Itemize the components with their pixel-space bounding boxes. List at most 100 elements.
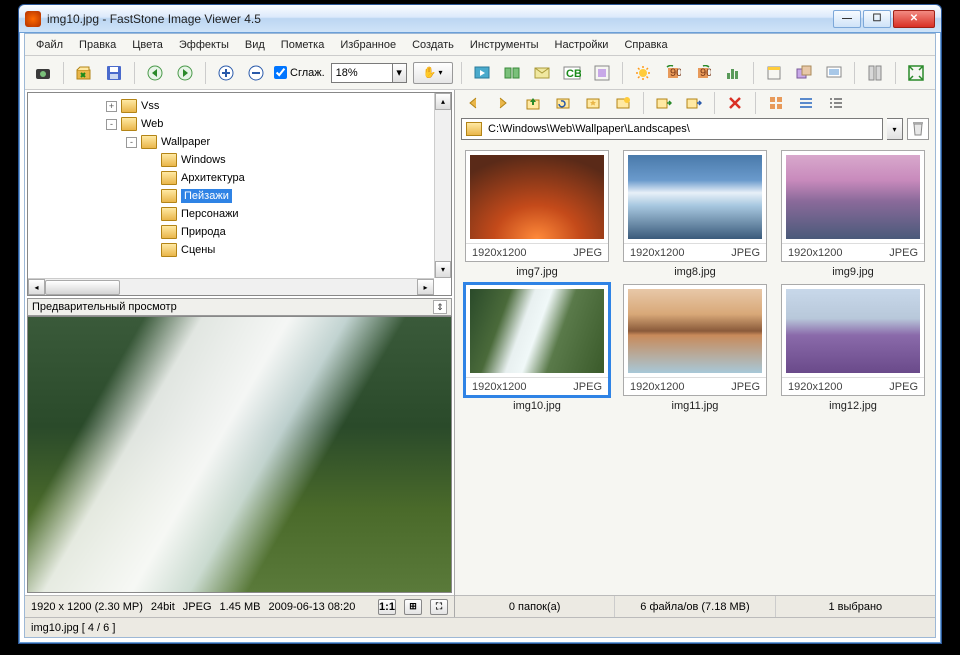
move-to-icon[interactable] bbox=[682, 91, 706, 115]
scroll-right-icon[interactable]: ▸ bbox=[417, 279, 434, 295]
favorite-icon[interactable] bbox=[581, 91, 605, 115]
status-selected: 1 выбрано bbox=[776, 596, 935, 617]
menu-настройки[interactable]: Настройки bbox=[548, 36, 616, 54]
thumb-filename: img11.jpg bbox=[672, 400, 719, 412]
fit-button[interactable]: ⊞ bbox=[404, 599, 422, 615]
smooth-label: Сглаж. bbox=[290, 67, 325, 79]
thumb-image bbox=[628, 155, 762, 239]
zoom-in-icon[interactable] bbox=[214, 61, 238, 85]
thumbnail-img8.jpg[interactable]: 1920x1200JPEGimg8.jpg bbox=[621, 150, 769, 278]
nav-back-icon[interactable] bbox=[461, 91, 485, 115]
menu-создать[interactable]: Создать bbox=[405, 36, 461, 54]
refresh-icon[interactable] bbox=[551, 91, 575, 115]
tree-node-windows[interactable]: Windows bbox=[28, 151, 451, 169]
thumbnail-img9.jpg[interactable]: 1920x1200JPEGimg9.jpg bbox=[779, 150, 927, 278]
menu-цвета[interactable]: Цвета bbox=[125, 36, 170, 54]
zoom-value-input[interactable]: 18% bbox=[331, 63, 393, 83]
maximize-button[interactable]: ☐ bbox=[863, 10, 891, 28]
compare-icon[interactable] bbox=[500, 61, 524, 85]
zoom-out-icon[interactable] bbox=[244, 61, 268, 85]
screenshot-icon[interactable] bbox=[822, 61, 846, 85]
fullscreen-icon[interactable] bbox=[904, 61, 928, 85]
thumbnail-img10.jpg[interactable]: 1920x1200JPEGimg10.jpg bbox=[463, 284, 611, 412]
up-folder-icon[interactable] bbox=[521, 91, 545, 115]
tree-node-сцены[interactable]: Сцены bbox=[28, 241, 451, 259]
preview-expand-icon[interactable]: ⇕ bbox=[433, 300, 447, 314]
tree-node-wallpaper[interactable]: -Wallpaper bbox=[28, 133, 451, 151]
info-depth: 24bit bbox=[151, 601, 175, 613]
rotate-left-icon[interactable]: 90 bbox=[661, 61, 685, 85]
tree-node-персонажи[interactable]: Персонажи bbox=[28, 205, 451, 223]
tree-scrollbar-horizontal[interactable]: ◂ ▸ bbox=[28, 278, 434, 295]
recycle-bin-icon[interactable] bbox=[907, 118, 929, 140]
open-icon[interactable] bbox=[72, 61, 96, 85]
folder-icon bbox=[161, 171, 177, 185]
back-icon[interactable] bbox=[143, 61, 167, 85]
tree-toggle-icon[interactable]: - bbox=[126, 137, 137, 148]
pan-tool-dropdown[interactable]: ✋▾ bbox=[413, 62, 453, 84]
preview-header: Предварительный просмотр ⇕ bbox=[27, 298, 452, 316]
copy-to-icon[interactable] bbox=[652, 91, 676, 115]
tree-node-пейзажи[interactable]: Пейзажи bbox=[28, 187, 451, 205]
view-thumbs-icon[interactable] bbox=[764, 91, 788, 115]
clone-tool-icon[interactable] bbox=[792, 61, 816, 85]
menu-вид[interactable]: Вид bbox=[238, 36, 272, 54]
smooth-checkbox[interactable] bbox=[274, 66, 287, 79]
histogram-icon[interactable] bbox=[721, 61, 745, 85]
scroll-thumb[interactable] bbox=[45, 280, 120, 295]
tree-node-природа[interactable]: Природа bbox=[28, 223, 451, 241]
menu-справка[interactable]: Справка bbox=[617, 36, 674, 54]
menu-пометка[interactable]: Пометка bbox=[274, 36, 332, 54]
save-icon[interactable] bbox=[102, 61, 126, 85]
tree-scrollbar-vertical[interactable]: ▴ ▾ bbox=[434, 93, 451, 278]
folder-icon bbox=[161, 243, 177, 257]
nav-forward-icon[interactable] bbox=[491, 91, 515, 115]
menu-эффекты[interactable]: Эффекты bbox=[172, 36, 236, 54]
ratio-button[interactable]: 1:1 bbox=[378, 599, 396, 615]
tree-node-архитектура[interactable]: Архитектура bbox=[28, 169, 451, 187]
minimize-button[interactable]: — bbox=[833, 10, 861, 28]
resize-icon[interactable] bbox=[590, 61, 614, 85]
menu-избранное[interactable]: Избранное bbox=[333, 36, 403, 54]
rotate-right-icon[interactable]: 90 bbox=[691, 61, 715, 85]
forward-icon[interactable] bbox=[173, 61, 197, 85]
preview-panel[interactable] bbox=[27, 316, 452, 593]
tree-node-web[interactable]: -Web bbox=[28, 115, 451, 133]
tree-label: Vss bbox=[141, 100, 159, 112]
view-list-icon[interactable] bbox=[794, 91, 818, 115]
tree-toggle-icon[interactable]: - bbox=[106, 119, 117, 130]
crop-tool-icon[interactable] bbox=[762, 61, 786, 85]
email-icon[interactable] bbox=[530, 61, 554, 85]
scroll-down-icon[interactable]: ▾ bbox=[435, 261, 451, 278]
path-input[interactable]: C:\Windows\Web\Wallpaper\Landscapes\ bbox=[461, 118, 883, 140]
cb-tool-icon[interactable]: CB bbox=[560, 61, 584, 85]
scroll-up-icon[interactable]: ▴ bbox=[435, 93, 451, 110]
menu-правка[interactable]: Правка bbox=[72, 36, 123, 54]
folder-icon bbox=[161, 207, 177, 221]
acquire-icon[interactable] bbox=[31, 61, 55, 85]
thumbnail-img7.jpg[interactable]: 1920x1200JPEGimg7.jpg bbox=[463, 150, 611, 278]
settings-icon[interactable] bbox=[863, 61, 887, 85]
slideshow-icon[interactable] bbox=[470, 61, 494, 85]
thumbnail-img11.jpg[interactable]: 1920x1200JPEGimg11.jpg bbox=[621, 284, 769, 412]
expand-button[interactable]: ⛶ bbox=[430, 599, 448, 615]
zoom-dropdown-icon[interactable]: ▾ bbox=[393, 63, 407, 83]
titlebar[interactable]: img10.jpg - FastStone Image Viewer 4.5 —… bbox=[19, 5, 941, 33]
thumbnail-img12.jpg[interactable]: 1920x1200JPEGimg12.jpg bbox=[779, 284, 927, 412]
path-dropdown-icon[interactable]: ▾ bbox=[887, 118, 903, 140]
folder-icon bbox=[161, 189, 177, 203]
close-button[interactable]: ✕ bbox=[893, 10, 935, 28]
menu-инструменты[interactable]: Инструменты bbox=[463, 36, 546, 54]
delete-icon[interactable] bbox=[723, 91, 747, 115]
folder-icon bbox=[121, 99, 137, 113]
path-text: C:\Windows\Web\Wallpaper\Landscapes\ bbox=[488, 123, 690, 135]
new-folder-icon[interactable] bbox=[611, 91, 635, 115]
thumbnails-area[interactable]: 1920x1200JPEGimg7.jpg1920x1200JPEGimg8.j… bbox=[455, 142, 935, 595]
tree-toggle-icon[interactable]: + bbox=[106, 101, 117, 112]
tree-node-vss[interactable]: + Vss bbox=[28, 97, 451, 115]
scroll-left-icon[interactable]: ◂ bbox=[28, 279, 45, 295]
tree-label: Пейзажи bbox=[181, 189, 232, 203]
brightness-icon[interactable] bbox=[631, 61, 655, 85]
view-details-icon[interactable] bbox=[824, 91, 848, 115]
menu-файл[interactable]: Файл bbox=[29, 36, 70, 54]
